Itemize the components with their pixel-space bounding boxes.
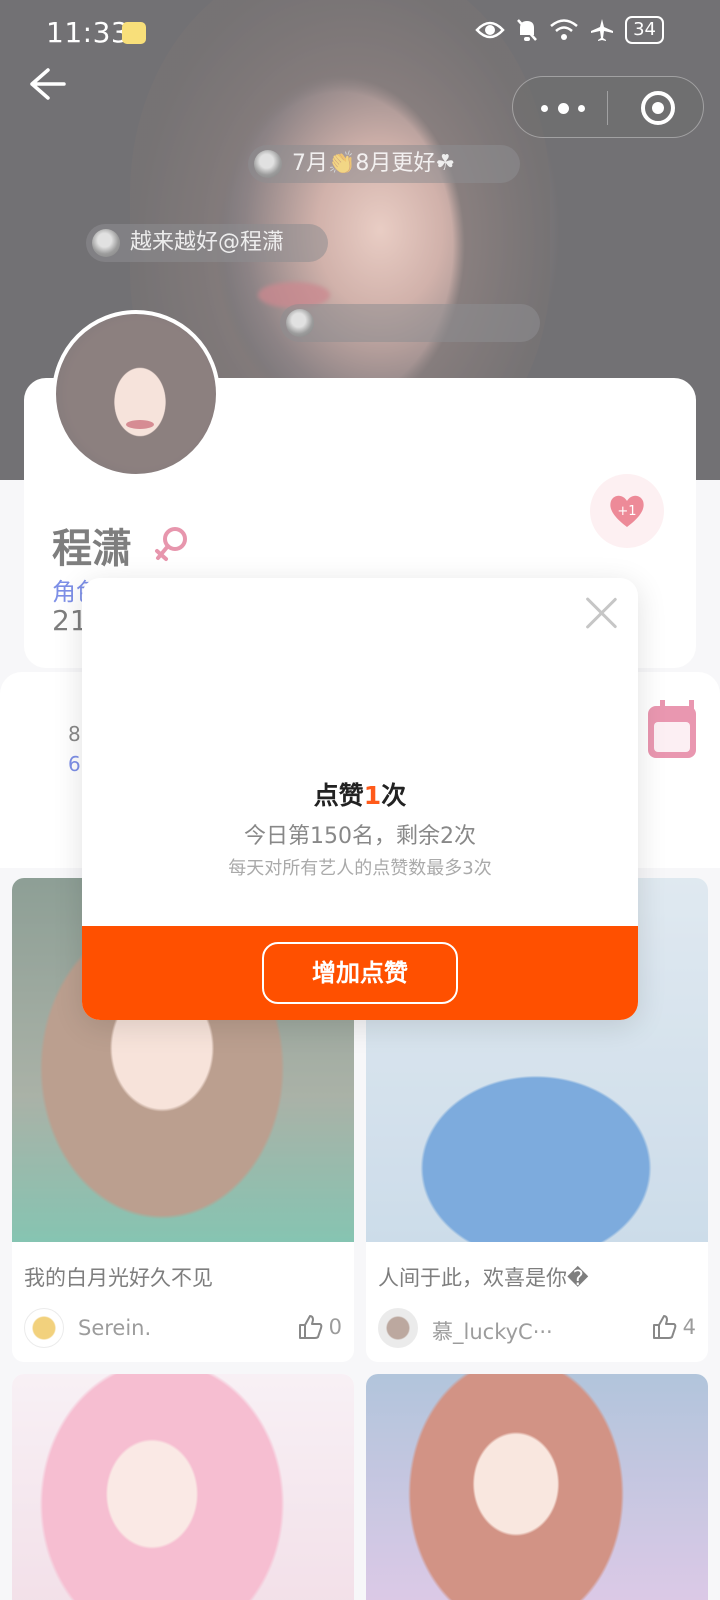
modal-title: 点赞1次 <box>82 776 638 812</box>
modal-title-count: 1 <box>363 781 382 810</box>
modal-title-suffix: 次 <box>381 781 407 810</box>
modal-title-prefix: 点赞 <box>313 781 364 810</box>
close-icon[interactable] <box>584 596 618 630</box>
add-like-button[interactable]: 增加点赞 <box>262 942 458 1004</box>
modal-footer: 增加点赞 <box>82 926 638 1020</box>
like-result-modal: 点赞1次 今日第150名，剩余2次 每天对所有艺人的点赞数最多3次 增加点赞 <box>82 578 638 1020</box>
modal-rank-text: 今日第150名，剩余2次 <box>244 824 476 849</box>
modal-note-text: 每天对所有艺人的点赞数最多3次 <box>228 858 492 879</box>
